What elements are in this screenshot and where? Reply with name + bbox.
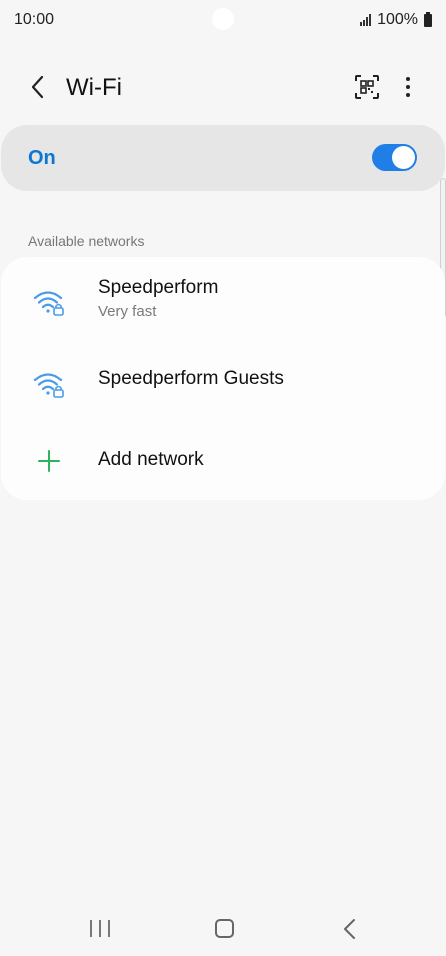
add-network-item[interactable]: Add network (1, 429, 445, 491)
wifi-lock-icon (33, 291, 64, 316)
network-name: Speedperform Guests (98, 368, 284, 389)
home-button[interactable] (215, 919, 234, 938)
add-network-label: Add network (98, 449, 204, 470)
wifi-settings-screen: 10:00 100% Wi-Fi On Available networks S… (0, 0, 446, 956)
page-title: Wi-Fi (66, 74, 122, 101)
network-item-speedperform[interactable]: Speedperform Very fast (1, 265, 445, 345)
wifi-lock-icon (33, 373, 64, 398)
back-button[interactable] (22, 72, 52, 102)
qr-code-scanner-button[interactable] (352, 72, 382, 102)
status-time: 10:00 (14, 11, 55, 28)
signal-bars-icon (360, 14, 372, 26)
network-name: Speedperform (98, 277, 219, 298)
plus-icon (38, 450, 60, 472)
available-networks-header: Available networks (28, 233, 145, 249)
wifi-master-toggle-bar[interactable]: On (1, 125, 445, 191)
navigation-bar (0, 900, 446, 956)
back-nav-button[interactable] (342, 918, 358, 940)
status-indicators: 100% (360, 11, 432, 29)
chevron-left-icon (31, 75, 44, 99)
battery-icon (424, 11, 432, 27)
more-options-button[interactable] (396, 72, 420, 102)
networks-list: Speedperform Very fast Speedperform Gues… (1, 257, 445, 500)
recent-apps-icon (90, 920, 92, 937)
network-item-speedperform-guests[interactable]: Speedperform Guests (1, 347, 445, 427)
recent-apps-button[interactable] (90, 920, 110, 938)
more-vertical-icon (406, 77, 410, 81)
wifi-toggle-label: On (28, 147, 56, 169)
battery-percentage: 100% (377, 11, 418, 28)
wifi-toggle-switch[interactable] (372, 144, 417, 171)
network-speed: Very fast (98, 303, 157, 320)
qr-code-scanner-icon (355, 75, 379, 99)
toggle-knob (392, 146, 415, 169)
camera-cutout (212, 8, 234, 30)
app-header: Wi-Fi (0, 62, 446, 114)
status-bar: 10:00 100% (0, 0, 446, 40)
